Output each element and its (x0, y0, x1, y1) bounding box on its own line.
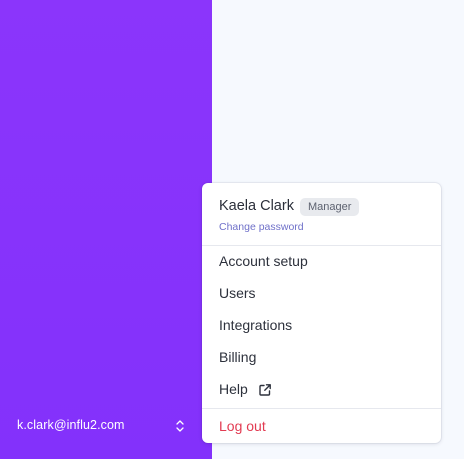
menu-item-label: Billing (219, 349, 257, 365)
external-link-icon (258, 383, 272, 397)
menu-item-label: Integrations (219, 317, 293, 333)
logout-button[interactable]: Log out (202, 411, 441, 443)
menu-item-users[interactable]: Users (202, 278, 441, 310)
menu-item-billing[interactable]: Billing (202, 342, 441, 374)
sidebar-user-switcher[interactable]: k.clark@influ2.com (0, 410, 212, 442)
menu-divider (202, 408, 441, 409)
user-menu-header: Kaela Clark Manager Change password (202, 183, 441, 246)
menu-item-integrations[interactable]: Integrations (202, 310, 441, 342)
sidebar: k.clark@influ2.com (0, 0, 212, 459)
change-password-link[interactable]: Change password (219, 221, 304, 233)
menu-item-help[interactable]: Help (202, 374, 441, 406)
user-name: Kaela Clark (219, 198, 294, 214)
user-email: k.clark@influ2.com (17, 418, 125, 432)
chevron-up-down-icon[interactable] (174, 418, 186, 434)
menu-item-label: Users (219, 285, 256, 301)
logout-label: Log out (219, 418, 266, 434)
user-menu: Kaela Clark Manager Change password Acco… (202, 183, 441, 443)
role-badge: Manager (300, 198, 360, 216)
menu-item-label: Account setup (219, 253, 308, 269)
menu-item-label: Help (219, 381, 248, 397)
menu-item-account-setup[interactable]: Account setup (202, 246, 441, 278)
